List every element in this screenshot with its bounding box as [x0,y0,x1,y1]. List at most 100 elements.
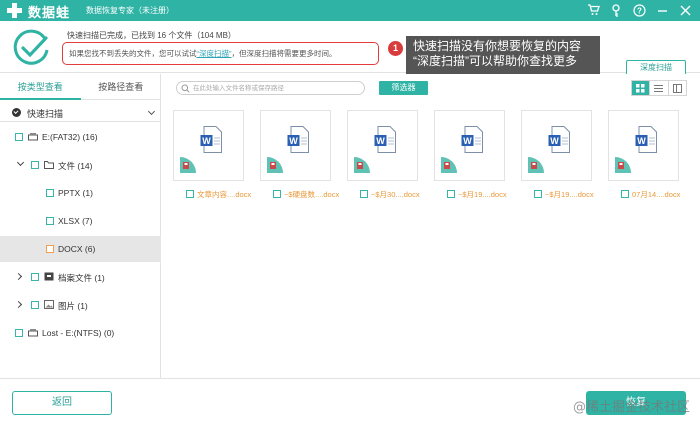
svg-text:W: W [202,136,211,146]
file-card[interactable]: W ~$硬盘数....docx [260,110,339,214]
file-thumbnail[interactable]: W [260,110,331,181]
svg-text:W: W [550,136,559,146]
file-name: ~$硬盘数....docx [284,190,340,199]
tree-item-xlsx[interactable]: XLSX (7) [0,210,161,232]
filter-button[interactable]: 筛选器 [379,81,428,95]
recoverable-status-icon [180,157,196,173]
file-card[interactable]: W 07月14....docx [608,110,680,214]
checkbox[interactable] [186,190,194,198]
search-input[interactable] [193,82,363,94]
tree-item-label: Lost - E:(NTFS) (0) [42,328,115,338]
file-card[interactable]: W ~$月30....docx [347,110,420,214]
back-button[interactable]: 返回 [12,391,112,415]
checkbox[interactable] [273,190,281,198]
word-document-icon: W [374,126,396,153]
svg-text:W: W [637,136,646,146]
file-card[interactable]: W 文章内容....docx [173,110,251,214]
tree-item-images[interactable]: 图片 (1) [0,294,161,316]
tree-item-label: E:(FAT32) (16) [42,132,98,142]
checkbox[interactable] [447,190,455,198]
tree-item-label: 档案文件 (1) [58,273,105,283]
close-icon[interactable] [678,3,692,17]
app-subtitle: 数据恢复专家（未注册） [86,6,174,15]
tab-by-type[interactable]: 按类型查看 [0,74,81,100]
list-view-icon[interactable] [650,81,669,95]
scan-mode-dropdown[interactable]: 快速扫描 [0,102,161,122]
checkbox[interactable] [534,190,542,198]
scan-mode-label: 快速扫描 [27,109,64,119]
grid-view-icon[interactable] [632,81,651,95]
help-icon[interactable]: ? [632,3,646,17]
chevron-down-icon[interactable] [16,158,25,167]
checkbox[interactable] [15,329,23,337]
checkbox[interactable] [360,190,368,198]
deep-scan-link[interactable]: “深度扫描” [197,49,232,58]
annotation-callout: 快速扫描没有你想要恢复的内容 “深度扫描”可以帮助你查找更多 [406,36,600,74]
callout-line-2: “深度扫描”可以帮助你查找更多 [413,54,577,68]
callout-line-1: 快速扫描没有你想要恢复的内容 [413,39,582,53]
checkbox[interactable] [15,133,23,141]
tree-item-drive-e[interactable]: E:(FAT32) (16) [0,126,161,148]
tree-item-files[interactable]: 文件 (14) [0,154,161,176]
file-name: ~$月19....docx [458,190,507,199]
svg-text:W: W [376,136,385,146]
deep-scan-hint: 如果您找不到丢失的文件，您可以试试“深度扫描”，但深度扫描将需要更多时间。 [62,42,379,65]
file-thumbnail[interactable]: W [608,110,679,181]
title-bar: 数据蛙 数据恢复专家（未注册） ? [0,0,700,21]
app-name: 数据蛙 [28,5,71,20]
tree-item-lost-drive[interactable]: Lost - E:(NTFS) (0) [0,322,161,344]
tree-item-pptx[interactable]: PPTX (1) [0,182,161,204]
word-document-icon: W [548,126,570,153]
cart-icon[interactable] [586,3,600,17]
svg-text:W: W [289,136,298,146]
file-thumbnail[interactable]: W [434,110,505,181]
key-icon[interactable] [609,3,623,17]
checkbox[interactable] [621,190,629,198]
file-thumbnail[interactable]: W [173,110,244,181]
file-name: ~$月19....docx [545,190,594,199]
chevron-right-icon[interactable] [14,272,23,281]
app-logo-icon [7,3,22,18]
checkbox[interactable] [31,273,39,281]
chevron-right-icon[interactable] [14,300,23,309]
tree-item-label: DOCX (6) [58,244,96,254]
drive-icon [28,133,38,141]
tree-item-label: 图片 (1) [58,301,88,311]
checkbox[interactable] [46,189,54,197]
file-card[interactable]: W ~$月19....docx [521,110,594,214]
file-thumbnail[interactable]: W [347,110,418,181]
word-document-icon: W [461,126,483,153]
recoverable-status-icon [615,157,631,173]
scan-complete-check-icon [13,29,49,65]
checkbox[interactable] [31,301,39,309]
minimize-icon[interactable] [655,3,669,17]
tab-by-path[interactable]: 按路径查看 [80,74,161,100]
word-document-icon: W [200,126,222,153]
checkbox[interactable] [31,161,39,169]
word-document-icon: W [287,126,309,153]
file-card[interactable]: W ~$月19....docx [434,110,507,214]
svg-text:?: ? [637,6,642,15]
checkbox[interactable] [46,217,54,225]
tree-item-docx[interactable]: DOCX (6) [0,236,161,262]
recoverable-status-icon [267,157,283,173]
tree-item-label: 文件 (14) [58,161,93,171]
folder-icon [44,161,54,169]
recoverable-status-icon [441,157,457,173]
file-browser: 筛选器 W 文章内容....docx W ~$硬盘数....docx W [162,74,700,378]
tree-item-archives[interactable]: 档案文件 (1) [0,266,161,288]
checkbox[interactable] [46,245,54,253]
recoverable-status-icon [354,157,370,173]
detail-view-icon[interactable] [669,81,686,95]
file-name: ~$月30....docx [371,190,420,199]
word-document-icon: W [635,126,657,153]
file-thumbnail[interactable]: W [521,110,592,181]
scan-result-text: 快速扫描已完成，已找到 16 个文件（104 MB） [67,31,236,40]
check-circle-icon [12,108,21,117]
hint-prefix: 如果您找不到丢失的文件，您可以试试 [69,49,197,58]
watermark: @稀土掘金技术社区 [572,400,690,415]
search-box[interactable] [176,81,365,95]
image-icon [44,300,54,309]
view-mode-toggle [631,80,687,96]
tree-item-label: PPTX (1) [58,188,93,198]
